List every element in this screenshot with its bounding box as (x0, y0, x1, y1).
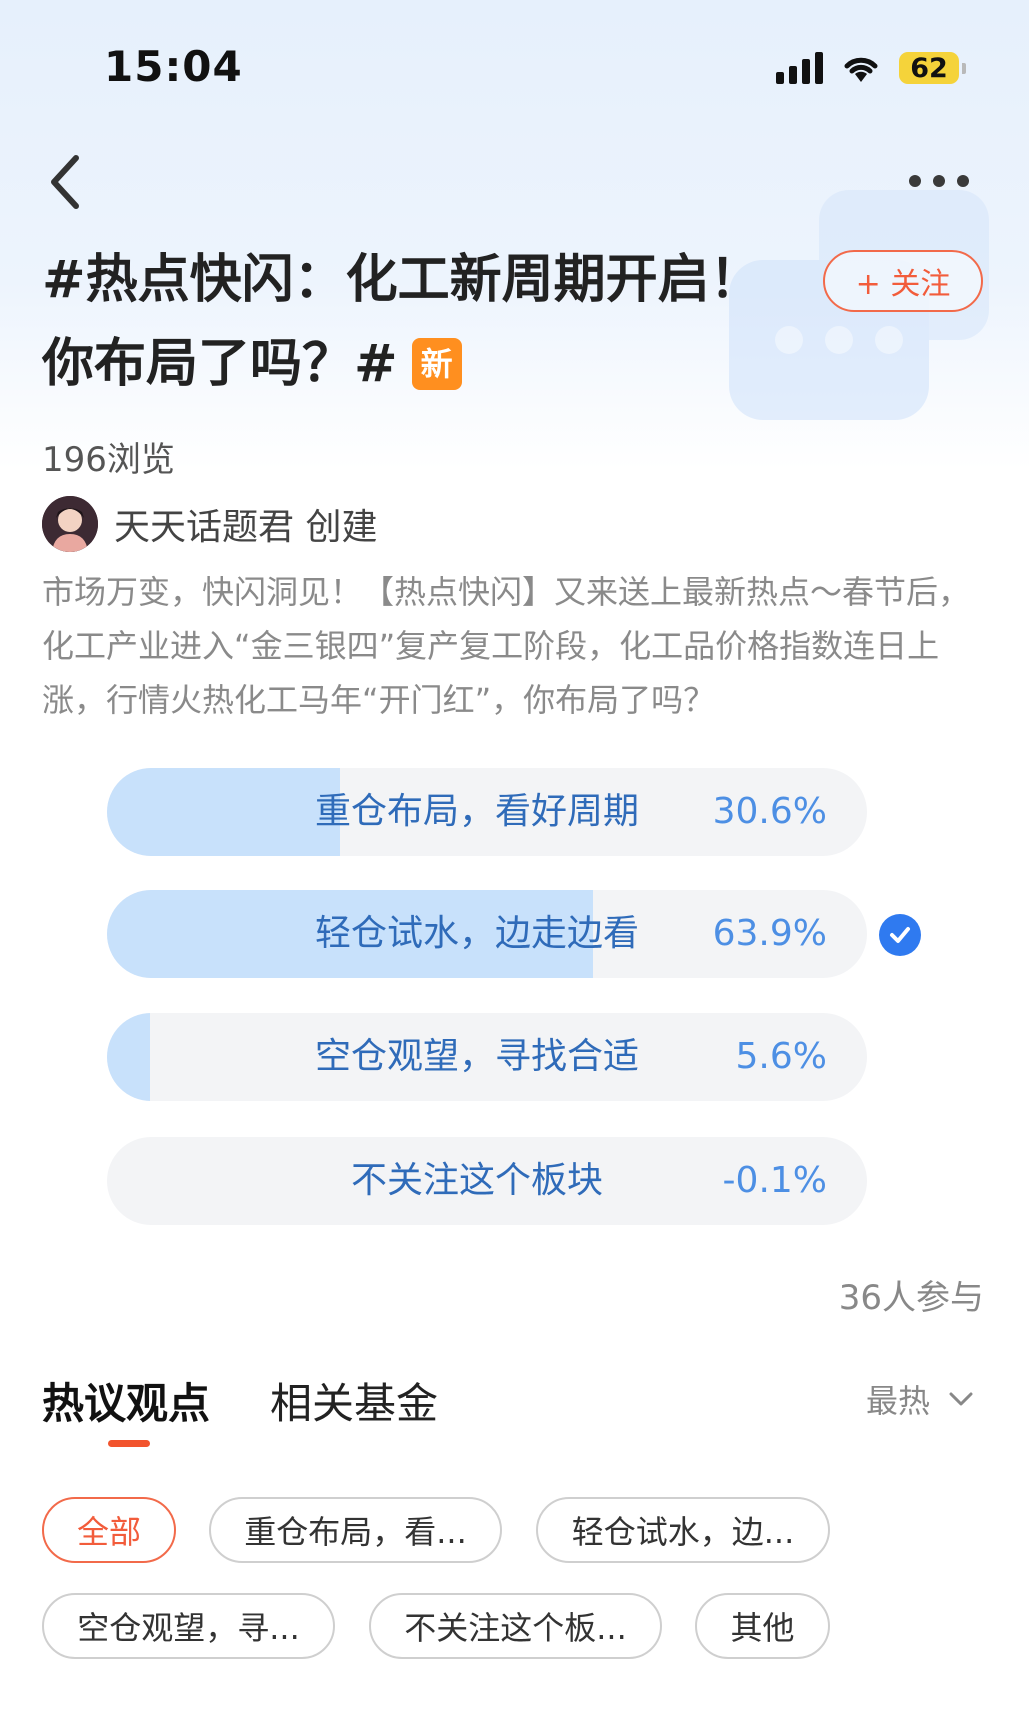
filter-chip[interactable]: 重仓布局，看... (209, 1497, 502, 1563)
poll-option-row: 重仓布局，看好周期反... 30.6% (107, 768, 867, 856)
more-options-icon[interactable] (909, 166, 969, 196)
poll-option-row: 不关注这个板块 -0.1% (107, 1137, 867, 1225)
poll-option-label: 空仓观望，寻找合适买... (314, 1036, 639, 1077)
avatar[interactable] (42, 496, 98, 552)
topic-title: #热点快闪：化工新周期开启！你布局了吗？# 新 (42, 238, 762, 406)
poll-option-percent: 30.6% (712, 791, 827, 832)
poll-option-fill (107, 1013, 150, 1101)
avatar-illustration (42, 496, 98, 552)
topic-title-text: #热点快闪：化工新周期开启！你布局了吗？# (42, 250, 762, 394)
poll-option-label: 轻仓试水，边走边看 (314, 913, 639, 954)
poll-option[interactable]: 不关注这个板块 -0.1% (107, 1137, 867, 1225)
cellular-signal-icon (776, 52, 823, 84)
poll-option-row: 轻仓试水，边走边看 63.9% (107, 890, 921, 978)
sort-dropdown[interactable]: 最热 (866, 1376, 974, 1422)
creator-name: 天天话题君 创建 (114, 507, 378, 548)
topic-description: 市场万变，快闪洞见！【热点快闪】又来送上最新热点～春节后，化工产业进入“金三银四… (42, 573, 971, 719)
poll-option-row: 空仓观望，寻找合适买... 5.6% (107, 1013, 867, 1101)
view-count: 196浏览 (42, 440, 175, 480)
poll-option-label: 不关注这个板块 (350, 1160, 603, 1201)
creator-row[interactable]: 天天话题君 创建 (42, 496, 377, 552)
status-time: 15:04 (104, 42, 243, 91)
selected-check-icon (879, 914, 921, 956)
new-badge: 新 (411, 338, 462, 390)
tab-related-funds[interactable]: 相关基金 (270, 1370, 438, 1431)
wifi-icon (844, 57, 878, 82)
filter-chip[interactable]: 不关注这个板... (369, 1593, 662, 1659)
filter-chip-all[interactable]: 全部 (42, 1497, 176, 1563)
chevron-down-icon (949, 1392, 973, 1406)
poll-option-percent: 63.9% (712, 913, 827, 954)
poll-option[interactable]: 重仓布局，看好周期反... 30.6% (107, 768, 867, 856)
follow-button[interactable]: + 关注 (823, 250, 983, 312)
sort-label: 最热 (866, 1382, 931, 1420)
tab-hot-opinions[interactable]: 热议观点 (42, 1370, 210, 1431)
poll-option[interactable]: 轻仓试水，边走边看 63.9% (107, 890, 867, 978)
poll-option-percent: 5.6% (735, 1036, 827, 1077)
status-icons: 62 (776, 46, 966, 90)
battery-icon: 62 (899, 52, 966, 84)
filter-chip[interactable]: 空仓观望，寻... (42, 1593, 335, 1659)
tab-indicator (108, 1440, 150, 1447)
back-arrow-icon[interactable] (40, 150, 90, 214)
filter-chip[interactable]: 轻仓试水，边... (536, 1497, 830, 1563)
poll-option-percent: -0.1% (722, 1160, 827, 1201)
poll-option-label: 重仓布局，看好周期反... (314, 791, 639, 832)
poll-option[interactable]: 空仓观望，寻找合适买... 5.6% (107, 1013, 867, 1101)
participant-count: 36人参与 (838, 1278, 984, 1318)
filter-chip-other[interactable]: 其他 (695, 1593, 830, 1659)
